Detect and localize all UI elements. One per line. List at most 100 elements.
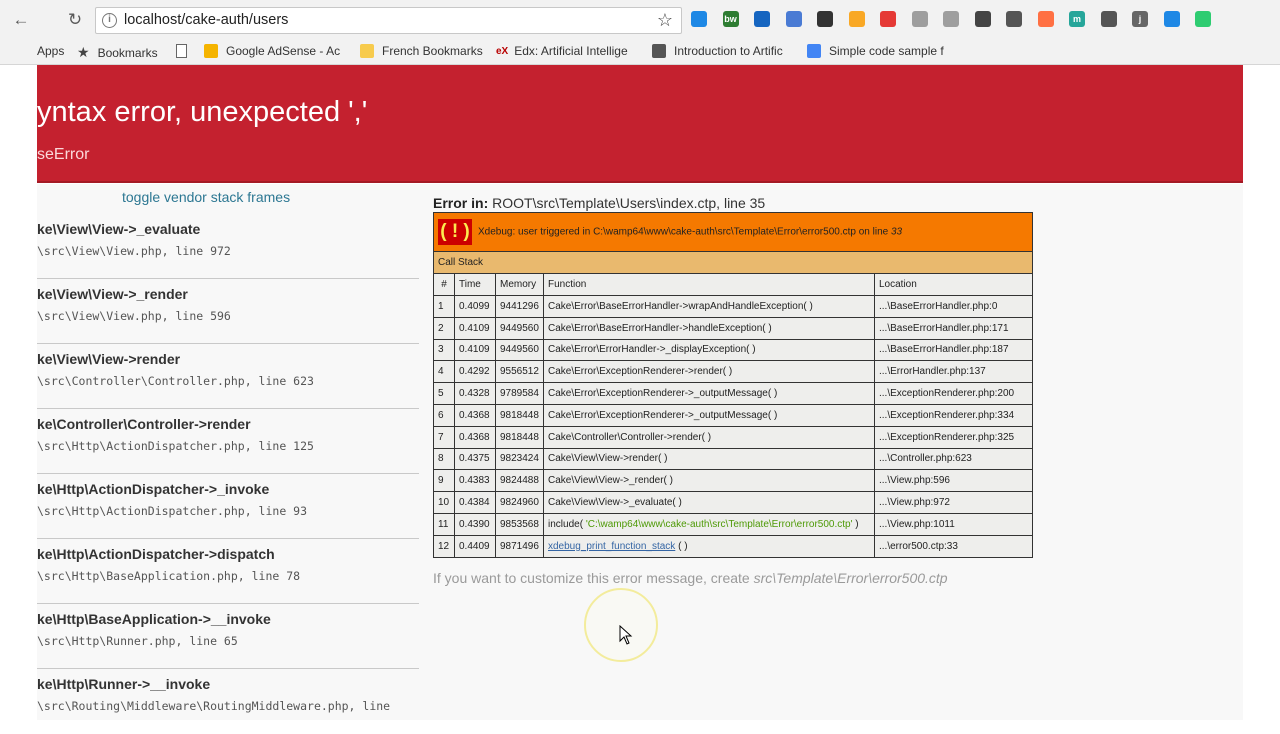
- cell-memory: 9824960: [496, 492, 543, 513]
- bookmark-bookmarks[interactable]: ★ Bookmarks: [77, 44, 158, 61]
- cell-location: ...\BaseErrorHandler.php:171: [875, 317, 1032, 339]
- stack-frame[interactable]: ke\Controller\Controller->render \src\Htt…: [37, 409, 419, 474]
- cell-memory: 9789584: [496, 383, 543, 404]
- table-row: 2 0.4109 9449560 Cake\Error\BaseErrorHandle…: [434, 317, 1032, 339]
- extension-icon[interactable]: m: [1069, 11, 1085, 27]
- cell-num: 12: [434, 535, 454, 557]
- stack-frame-file: \src\Http\ActionDispatcher.php, line 125: [37, 439, 314, 453]
- cell-memory: 9824488: [496, 470, 543, 492]
- table-row: 3 0.4109 9449560 Cake\Error\ErrorHandler->_…: [434, 339, 1032, 361]
- extension-icon[interactable]: [817, 11, 833, 27]
- stack-frame[interactable]: ke\View\View->render \src\Controller\Cont…: [37, 344, 419, 409]
- site-info-icon[interactable]: i: [102, 13, 117, 28]
- cell-memory: 9818448: [496, 404, 543, 426]
- bookmark-label: Introduction to Artific: [674, 44, 783, 58]
- cell-num: 2: [434, 317, 454, 339]
- bookmark-star-icon[interactable]: ☆: [657, 10, 673, 31]
- extension-icon[interactable]: j: [1132, 11, 1148, 27]
- cell-function: Cake\View\View->render( ): [544, 448, 874, 470]
- bookmark-french[interactable]: French Bookmarks: [360, 44, 483, 58]
- cell-function: Cake\Controller\Controller->render( ): [544, 426, 874, 448]
- cell-num: 4: [434, 361, 454, 383]
- customize-hint-text: If you want to customize this error mess…: [433, 570, 750, 586]
- bookmark-apps[interactable]: Apps: [37, 44, 64, 58]
- stack-frame[interactable]: ke\View\View->_render \src\View\View.php,…: [37, 279, 419, 344]
- extension-icon[interactable]: [785, 11, 802, 27]
- stack-frame-function: ke\View\View->_render: [37, 286, 188, 302]
- xdebug-table: ( ! ) Xdebug: user triggered in C:\wamp64…: [433, 212, 1033, 558]
- stack-frame-function: ke\View\View->render: [37, 351, 181, 367]
- cell-memory: 9853568: [496, 513, 543, 535]
- cell-time: 0.4099: [455, 296, 495, 317]
- bookmark-label: Bookmarks: [97, 45, 158, 60]
- stack-frame-file: \src\Http\BaseApplication.php, line 78: [37, 569, 301, 583]
- stack-frame[interactable]: ke\Http\ActionDispatcher->_invoke \src\Ht…: [37, 474, 419, 539]
- col-header-time: Time: [455, 274, 495, 295]
- cell-location: ...\ExceptionRenderer.php:200: [875, 383, 1032, 404]
- star-icon: ★: [77, 44, 90, 60]
- cell-time: 0.4109: [455, 339, 495, 361]
- reload-icon[interactable]: ↻: [64, 9, 86, 31]
- error-type: seError: [37, 146, 90, 163]
- grid-icon: [807, 44, 821, 58]
- cell-time: 0.4292: [455, 361, 495, 383]
- stack-frame-file: \src\Http\Runner.php, line 65: [37, 634, 238, 648]
- table-row: 11 0.4390 9853568 include( 'C:\wamp64\www\c…: [434, 513, 1032, 535]
- col-header-memory: Memory: [496, 274, 543, 295]
- stack-frame[interactable]: ke\Http\ActionDispatcher->dispatch \src\H…: [37, 539, 419, 604]
- toggle-vendor-frames-link[interactable]: toggle vendor stack frames: [122, 189, 290, 205]
- extension-icon[interactable]: [1163, 11, 1180, 27]
- cell-num: 11: [434, 513, 454, 535]
- extension-icon[interactable]: [848, 11, 865, 27]
- extension-icon[interactable]: [1195, 11, 1211, 27]
- cell-function: include( 'C:\wamp64\www\cake-auth\src\Te…: [544, 513, 874, 535]
- cell-memory: 9823424: [496, 448, 543, 470]
- extension-icon[interactable]: [880, 11, 896, 27]
- cell-location: ...\View.php:596: [875, 470, 1032, 492]
- bookmark-label: Edx: Artificial Intellige: [514, 44, 628, 58]
- cell-location: ...\ExceptionRenderer.php:325: [875, 426, 1032, 448]
- cell-function: Cake\Error\ErrorHandler->_displayExcepti…: [544, 339, 874, 361]
- extension-icon[interactable]: [911, 11, 928, 27]
- stack-frame[interactable]: ke\View\View->_evaluate \src\View\View.ph…: [37, 214, 419, 279]
- cell-function: Cake\Error\ExceptionRenderer->render( ): [544, 361, 874, 383]
- bookmark-adsense[interactable]: Google AdSense - Ac: [204, 44, 340, 58]
- cell-memory: 9441296: [496, 296, 543, 317]
- cell-num: 9: [434, 470, 454, 492]
- cell-num: 1: [434, 296, 454, 317]
- table-row: 5 0.4328 9789584 Cake\Error\ExceptionRender…: [434, 383, 1032, 404]
- function-doc-link[interactable]: xdebug_print_function_stack: [548, 541, 675, 552]
- extension-icon[interactable]: [1100, 11, 1117, 27]
- bookmark-simple-code[interactable]: Simple code sample f: [807, 44, 944, 58]
- col-header-function: Function: [544, 274, 874, 295]
- extension-icon[interactable]: [754, 11, 770, 27]
- back-arrow-icon[interactable]: ←: [10, 9, 32, 31]
- cell-num: 5: [434, 383, 454, 404]
- bookmark-page[interactable]: [176, 44, 187, 58]
- url-text: localhost/cake-auth/users: [124, 12, 289, 28]
- cell-time: 0.4368: [455, 404, 495, 426]
- bookmark-label: Simple code sample f: [829, 44, 944, 58]
- extension-icon[interactable]: [974, 11, 991, 27]
- error-title: yntax error, unexpected ',': [37, 96, 368, 128]
- extension-icon[interactable]: [691, 11, 707, 27]
- xdebug-message-text: Xdebug: user triggered in C:\wamp64\www\…: [478, 226, 889, 238]
- bookmark-edx[interactable]: eX Edx: Artificial Intellige: [496, 44, 628, 58]
- extension-icon[interactable]: [1006, 11, 1022, 27]
- customize-hint-path: src\Template\Error\error500.ctp: [753, 570, 948, 586]
- address-bar[interactable]: i localhost/cake-auth/users ☆: [95, 7, 682, 34]
- course-icon: [652, 44, 666, 58]
- cell-location: ...\BaseErrorHandler.php:0: [875, 296, 1032, 317]
- extension-icon[interactable]: bw: [722, 11, 739, 27]
- cell-location: ...\View.php:972: [875, 492, 1032, 513]
- folder-icon: [360, 44, 374, 58]
- function-argument: 'C:\wamp64\www\cake-auth\src\Template\Er…: [585, 518, 853, 530]
- stack-frame[interactable]: ke\Http\Runner->__invoke \src\Routing\Mid…: [37, 669, 419, 734]
- stack-frame[interactable]: ke\Http\BaseApplication->__invoke \src\Ht…: [37, 604, 419, 669]
- extension-icon[interactable]: [1037, 11, 1054, 27]
- extension-icon[interactable]: [943, 11, 959, 27]
- xdebug-message: Xdebug: user triggered in C:\wamp64\www\…: [478, 227, 902, 238]
- bookmark-intro-ai[interactable]: Introduction to Artific: [652, 44, 783, 58]
- error-in-path: ROOT\src\Template\Users\index.ctp, line …: [492, 195, 766, 211]
- stack-frame-file: \src\Http\ActionDispatcher.php, line 93: [37, 504, 308, 518]
